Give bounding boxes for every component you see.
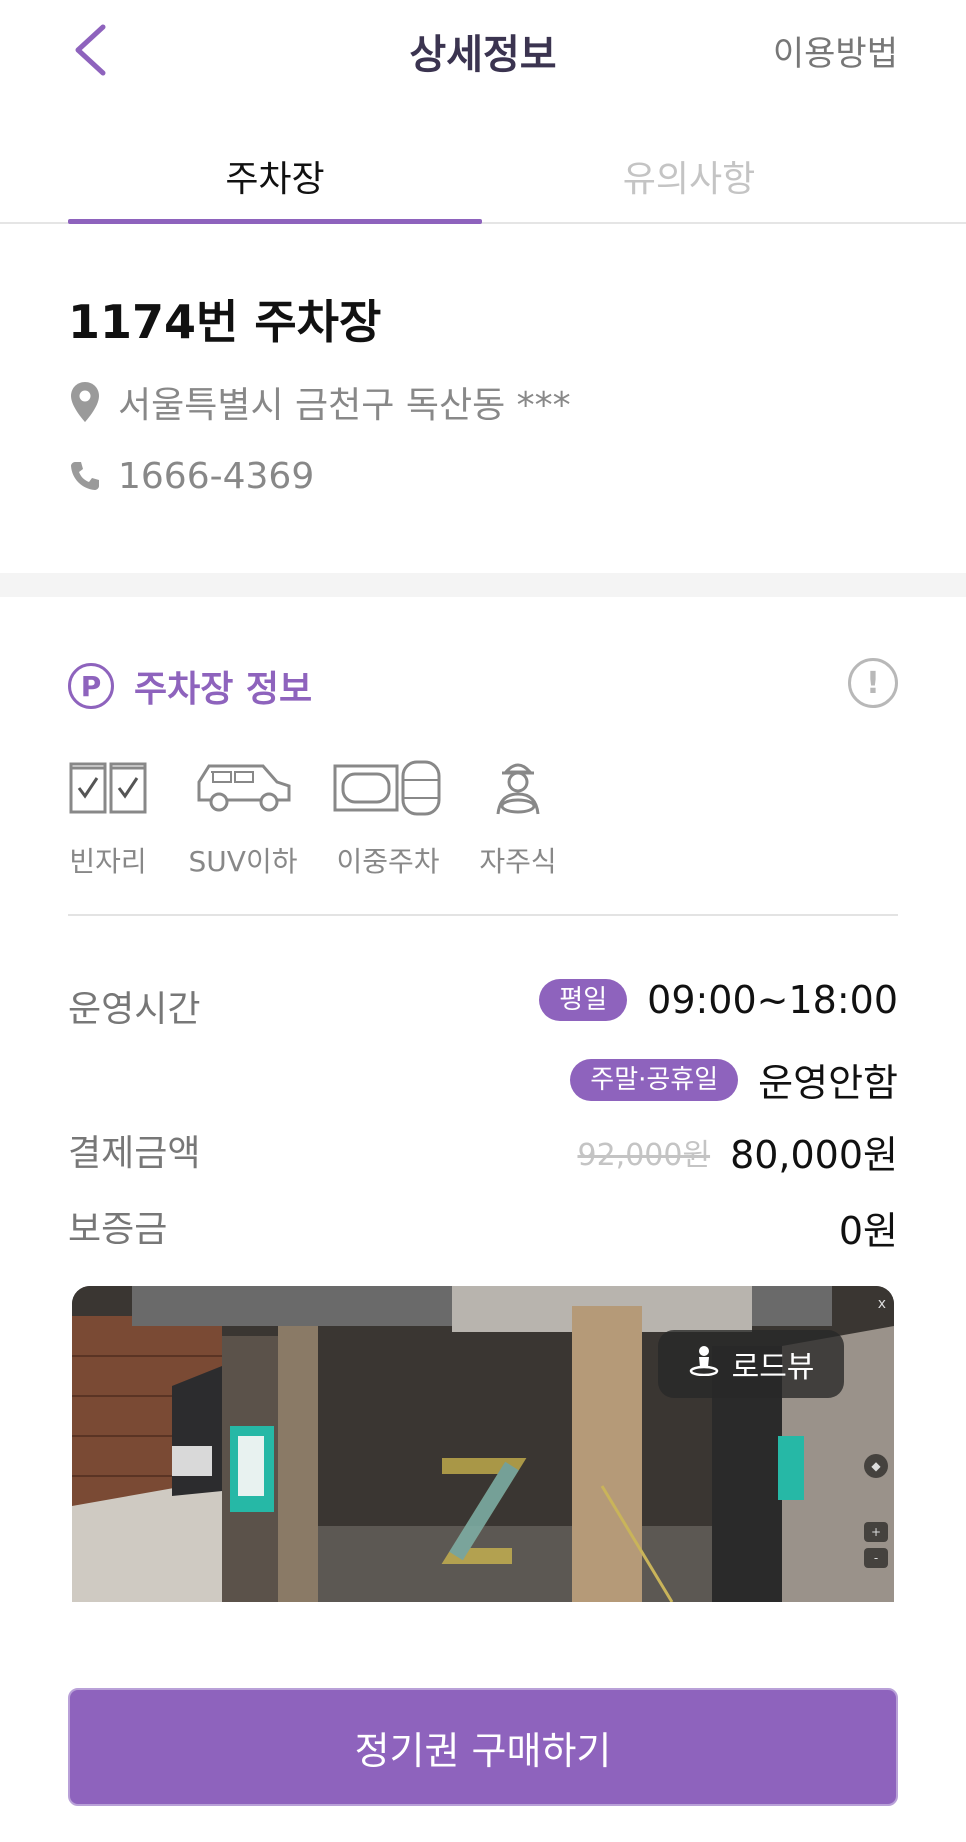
lot-name: 1174번 주차장 [68,295,382,349]
feature-empty-spot: 빈자리 [68,746,148,880]
feature-self-parking: 자주식 [476,746,560,880]
weekend-hours: 운영안함 [758,1061,898,1105]
phone-text[interactable]: 1666-4369 [118,456,314,497]
weekend-hours-row: 주말·공휴일 운영안함 [570,1052,898,1107]
weekday-hours: 09:00~18:00 [647,978,898,1022]
deposit-label: 보증금 [68,1209,168,1250]
address-row: 서울특별시 금천구 독산동 *** [68,376,571,428]
roadview-image[interactable]: x 로드뷰 ◆ + - [72,1286,894,1602]
discounted-price: 80,000원 [730,1133,898,1177]
zoom-in-button[interactable]: + [864,1522,888,1542]
original-price: 92,000원 [577,1137,711,1173]
address-text: 서울특별시 금천구 독산동 *** [118,385,571,426]
feature-suv: SUV이하 [184,746,302,880]
empty-spot-icon [68,746,148,830]
weekday-badge: 평일 [539,979,628,1021]
compass-icon[interactable]: ◆ [864,1454,888,1478]
price-row: 92,000원 80,000원 [577,1124,898,1179]
parking-p-icon: P [68,663,114,709]
feature-label: SUV이하 [188,845,298,878]
phone-icon [68,454,102,498]
feature-label: 이중주차 [336,845,440,878]
self-parking-icon [476,746,560,830]
price-label: 결제금액 [68,1133,201,1174]
deposit-row: 0원 [839,1200,898,1255]
section-divider [0,573,966,597]
weekday-hours-row: 평일 09:00~18:00 [539,978,898,1022]
feature-double-parking: 이중주차 [332,746,444,880]
close-icon[interactable]: x [878,1296,886,1312]
suv-icon [184,746,302,830]
buy-pass-button[interactable]: 정기권 구매하기 [68,1688,898,1806]
zoom-out-button[interactable]: - [864,1548,888,1568]
location-pin-icon [68,380,102,424]
tab-parking[interactable]: 주차장 [68,150,482,202]
phone-row[interactable]: 1666-4369 [68,454,314,498]
hours-label: 운영시간 [68,989,201,1030]
feature-label: 빈자리 [69,845,147,878]
weekend-badge: 주말·공휴일 [570,1058,739,1101]
active-tab-indicator [68,219,482,224]
section-title: 주차장 정보 [134,669,313,710]
deposit-amount: 0원 [838,1209,898,1253]
double-parking-icon [332,746,444,830]
feature-label: 자주식 [479,845,557,878]
tab-bar: 주차장 유의사항 [0,140,966,224]
parking-info-header: P 주차장 정보 [68,660,312,712]
roadview-label: 로드뷰 [731,1350,815,1385]
how-to-use-link[interactable]: 이용방법 [773,26,898,75]
info-alert-icon[interactable]: ! [848,658,898,708]
roadview-button[interactable]: 로드뷰 [658,1330,844,1398]
header: 상세정보 이용방법 [0,0,966,100]
tab-notes[interactable]: 유의사항 [482,150,896,202]
person-pin-icon [688,1344,720,1384]
divider-line [68,914,898,916]
